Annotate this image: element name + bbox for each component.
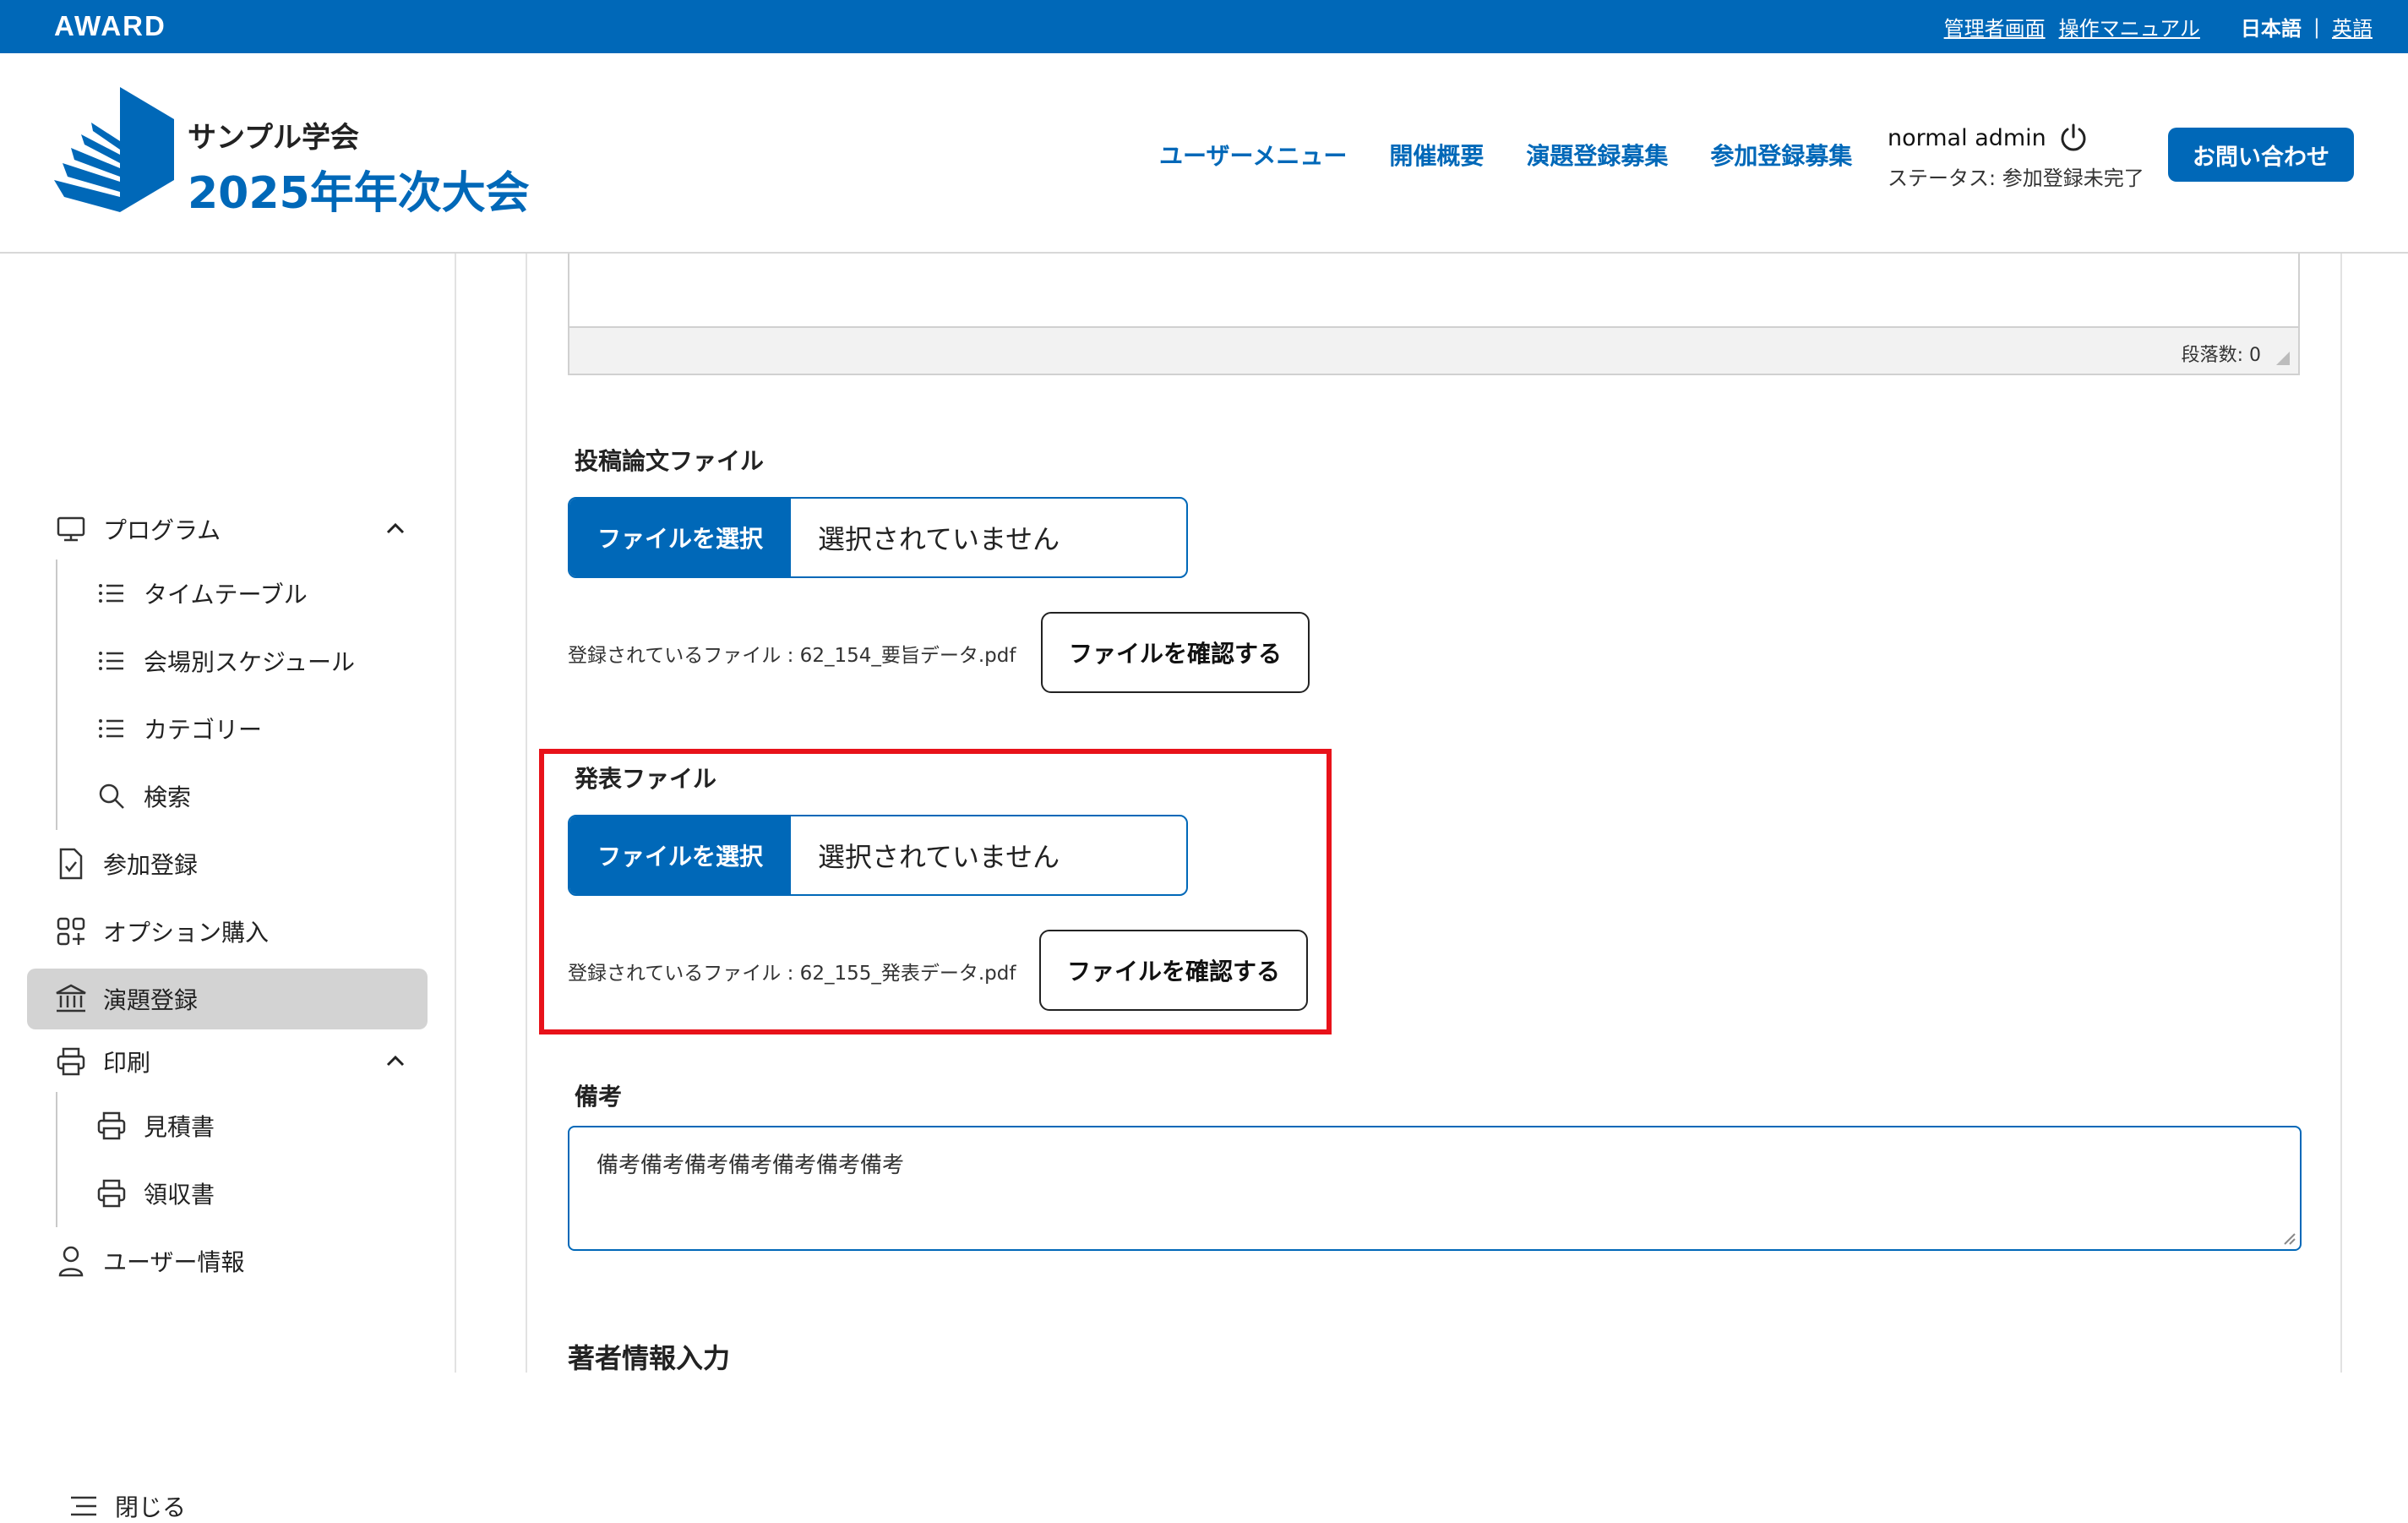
sidebar-item-label: 会場別スケジュール	[144, 648, 356, 676]
sidebar-item-venue-schedule[interactable]: 会場別スケジュール	[27, 630, 428, 691]
society-logo-icon	[54, 87, 174, 212]
remarks-textarea[interactable]: 備考備考備考備考備考備考備考	[568, 1126, 2302, 1251]
resize-grip-icon[interactable]	[2275, 350, 2291, 367]
sidebar-item-label: ユーザー情報	[103, 1248, 245, 1276]
lang-separator: |	[2313, 14, 2320, 39]
sidebar-item-user-info[interactable]: ユーザー情報	[27, 1231, 428, 1291]
list-icon	[95, 576, 128, 610]
menu-close-icon	[71, 1496, 96, 1516]
presentation-file-choose-button[interactable]: ファイルを選択	[569, 816, 791, 894]
search-icon	[95, 779, 128, 813]
presentation-registered-file: 登録されているファイル : 62_155_発表データ.pdf	[568, 963, 1016, 985]
sidebar-item-estimate[interactable]: 見積書	[27, 1095, 428, 1156]
sidebar-item-label: 印刷	[103, 1049, 151, 1077]
chevron-up-icon[interactable]	[384, 517, 407, 541]
paper-file-none-text: 選択されていません	[818, 523, 1060, 555]
main-nav: ユーザーメニュー 開催概要 演題登録募集 参加登録募集	[1159, 138, 1894, 172]
grid-plus-icon	[54, 914, 88, 948]
paper-registered-file: 登録されているファイル : 62_154_要旨データ.pdf	[568, 645, 1016, 667]
sidebar-item-search[interactable]: 検索	[27, 766, 428, 827]
institution-icon	[54, 982, 88, 1016]
editor-status-bar: 段落数: 0	[569, 326, 2298, 374]
nav-user-menu[interactable]: ユーザーメニュー	[1159, 138, 1347, 172]
award-brand: AWARD	[54, 10, 166, 41]
sidebar-item-label: 領収書	[144, 1181, 215, 1209]
admin-screen-link[interactable]: 管理者画面	[1944, 12, 2046, 41]
paper-file-input[interactable]: ファイルを選択 選択されていません	[568, 497, 1188, 578]
remarks-label: 備考	[575, 1083, 623, 1111]
sidebar-item-option[interactable]: オプション購入	[27, 901, 428, 962]
sidebar-item-label: 演題登録	[103, 986, 199, 1014]
list-icon	[95, 712, 128, 745]
close-label: 閉じる	[115, 1493, 187, 1521]
printer-icon	[95, 1109, 128, 1143]
remarks-value: 備考備考備考備考備考備考備考	[597, 1153, 905, 1178]
sidebar-item-label: カテゴリー	[144, 716, 263, 744]
author-info-heading: 著者情報入力	[568, 1342, 731, 1374]
nav-registration-call[interactable]: 参加登録募集	[1710, 138, 1852, 172]
sidebar-item-category[interactable]: カテゴリー	[27, 698, 428, 759]
resize-grip-icon[interactable]	[2280, 1229, 2296, 1246]
user-box: normal admin ステータス: 参加登録未完了	[1888, 123, 2144, 191]
sidebar-item-label: 参加登録	[103, 851, 199, 879]
paragraph-count: 段落数: 0	[2181, 345, 2261, 366]
sidebar-item-label: 検索	[144, 783, 192, 811]
contact-button[interactable]: お問い合わせ	[2168, 128, 2354, 182]
paper-file-confirm-button[interactable]: ファイルを確認する	[1041, 612, 1310, 693]
nav-overview[interactable]: 開催概要	[1389, 138, 1484, 172]
nav-abstract-call[interactable]: 演題登録募集	[1526, 138, 1668, 172]
site-header: サンプル学会 2025年年次大会 ユーザーメニュー 開催概要 演題登録募集 参加…	[0, 53, 2408, 254]
sidebar-item-print[interactable]: 印刷	[27, 1031, 428, 1092]
paper-file-choose-button[interactable]: ファイルを選択	[569, 499, 791, 576]
conference-year-title: 2025年年次大会	[188, 168, 530, 219]
top-links: 管理者画面 操作マニュアル 日本語 | 英語	[1931, 12, 2373, 41]
lang-english-link[interactable]: 英語	[2332, 12, 2373, 41]
sidebar-item-receipt[interactable]: 領収書	[27, 1163, 428, 1224]
printer-icon	[54, 1045, 88, 1078]
sidebar-item-abstract[interactable]: 演題登録	[27, 969, 428, 1029]
user-name: normal admin	[1888, 124, 2046, 151]
user-icon	[54, 1244, 88, 1278]
sidebar-item-program[interactable]: プログラム	[27, 499, 428, 560]
paper-file-label: 投稿論文ファイル	[575, 447, 765, 475]
top-bar: AWARD 管理者画面 操作マニュアル 日本語 | 英語	[0, 0, 2408, 53]
monitor-icon	[54, 512, 88, 546]
sidebar-item-timetable[interactable]: タイムテーブル	[27, 563, 428, 624]
sidebar-item-participation[interactable]: 参加登録	[27, 833, 428, 894]
printer-icon	[95, 1176, 128, 1210]
sidebar-item-label: タイムテーブル	[144, 581, 308, 609]
sidebar-item-label: オプション購入	[103, 919, 270, 947]
presentation-file-confirm-button[interactable]: ファイルを確認する	[1039, 930, 1308, 1011]
sidebar: プログラム タイムテーブル 会場別スケジュール カテゴリー 検索 参加登録 オプ…	[0, 254, 456, 1521]
document-check-icon	[54, 847, 88, 881]
registration-status: ステータス: 参加登録未完了	[1888, 166, 2144, 190]
society-name: サンプル学会	[188, 121, 359, 155]
main-content: 段落数: 0 投稿論文ファイル ファイルを選択 選択されていません 登録されてい…	[526, 254, 2342, 1374]
presentation-file-input[interactable]: ファイルを選択 選択されていません	[568, 815, 1188, 896]
logout-power-icon[interactable]	[2058, 123, 2089, 153]
rich-text-editor[interactable]: 段落数: 0	[568, 254, 2300, 375]
lang-japanese: 日本語	[2240, 17, 2302, 41]
sidebar-item-label: 見積書	[144, 1113, 215, 1141]
chevron-up-icon[interactable]	[384, 1050, 407, 1073]
list-icon	[95, 644, 128, 678]
presentation-file-none-text: 選択されていません	[818, 841, 1060, 873]
presentation-file-label: 発表ファイル	[575, 765, 717, 793]
manual-link[interactable]: 操作マニュアル	[2059, 12, 2200, 41]
conference-title[interactable]: サンプル学会 2025年年次大会	[188, 114, 530, 221]
sidebar-close-button[interactable]: 閉じる	[69, 1489, 186, 1523]
sidebar-item-label: プログラム	[103, 516, 221, 544]
